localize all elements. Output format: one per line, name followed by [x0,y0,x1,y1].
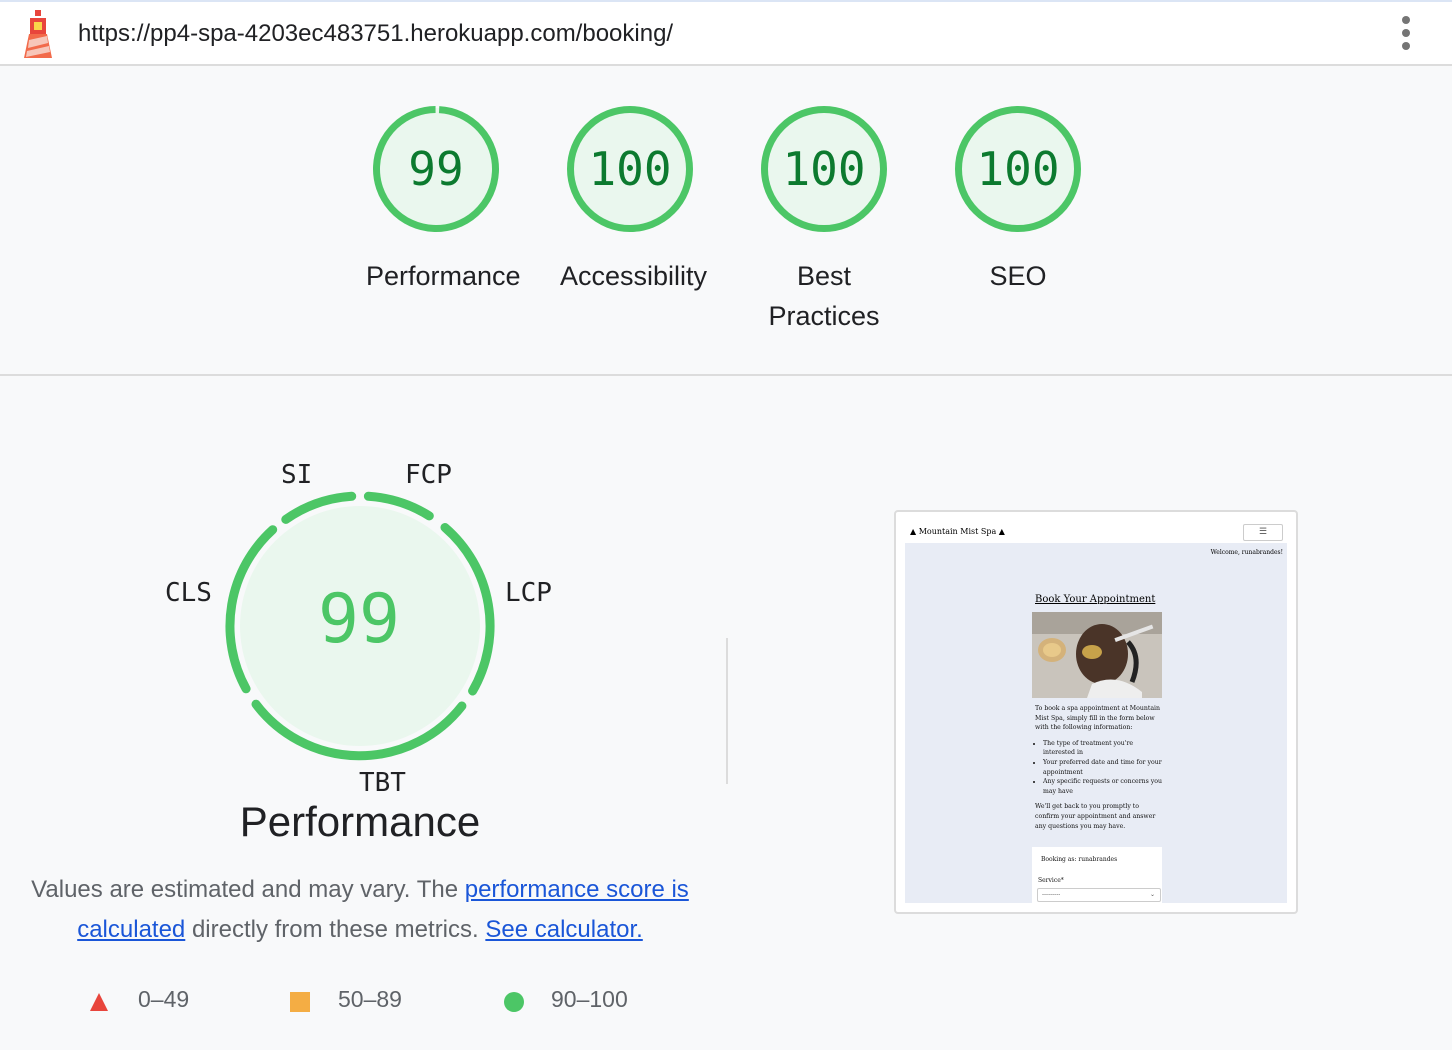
screenshot-bullet: The type of treatment you're interested … [1043,739,1163,758]
gauge-performance[interactable]: 99 Performance [336,104,536,296]
metric-label-lcp[interactable]: LCP [505,578,552,608]
gauge-best-practices-score: 100 [782,142,866,196]
more-vert-icon[interactable] [1394,16,1418,52]
category-scores: 99 Performance 100 Accessibility 100 Bes… [0,66,1452,374]
spa-treatment-image [1032,612,1162,698]
screenshot-body-text: To book a spa appointment at Mountain Mi… [1035,704,1163,831]
screenshot-booking-form: Booking as: runabrandes Service* -------… [1032,847,1162,903]
average-square-icon [290,992,310,1012]
vertical-separator [726,638,728,784]
metric-label-cls[interactable]: CLS [165,578,212,608]
screenshot-intro: To book a spa appointment at Mountain Mi… [1035,705,1160,732]
see-calculator-link[interactable]: See calculator. [485,916,642,943]
screenshot-page: ▲ Mountain Mist Spa ▲ ☰ Welcome, runabra… [905,521,1287,903]
screenshot-bullet: Any specific requests or concerns you ma… [1043,777,1163,796]
pass-circle-icon [504,992,524,1012]
screenshot-service-value: --------- [1042,891,1061,898]
screenshot-heading: Book Your Appointment [1035,594,1156,605]
gauge-performance-label: Performance [366,261,521,291]
screenshot-outro: We'll get back to you promptly to confir… [1035,803,1156,830]
legend-average-range: 50–89 [338,986,402,1012]
report-header: https://pp4-spa-4203ec483751.herokuapp.c… [0,2,1452,66]
screenshot-brand-text: Mountain Mist Spa [918,527,997,536]
screenshot-brand: ▲ Mountain Mist Spa ▲ [910,527,1005,536]
gauge-seo-label: SEO [989,261,1047,291]
performance-section: SI FCP LCP TBT CLS 99 Performance Values… [0,376,1452,1050]
description-text-2: directly from these metrics. [185,916,486,943]
gauge-performance-score: 99 [408,142,464,196]
gauge-best-practices[interactable]: 100 Best Practices [724,104,924,336]
screenshot-welcome: Welcome, runabrandes! [1210,549,1283,556]
metric-label-tbt[interactable]: TBT [359,768,406,798]
page-url: https://pp4-spa-4203ec483751.herokuapp.c… [78,20,674,47]
screenshot-bullets: The type of treatment you're interested … [1035,739,1163,797]
fail-triangle-icon [90,993,108,1011]
legend-fail-range: 0–49 [138,986,190,1012]
gauge-seo[interactable]: 100 SEO [918,104,1118,296]
lighthouse-icon [24,10,52,58]
gauge-accessibility-score: 100 [588,142,672,196]
performance-description: Values are estimated and may vary. The p… [30,870,690,950]
screenshot-service-select: --------- ⌄ [1037,888,1161,902]
screenshot-service-label: Service* [1038,877,1064,884]
final-screenshot-thumbnail[interactable]: ▲ Mountain Mist Spa ▲ ☰ Welcome, runabra… [894,510,1298,914]
screenshot-booking-as: Booking as: runabrandes [1041,856,1118,863]
screenshot-navbar: ▲ Mountain Mist Spa ▲ ☰ [905,521,1287,543]
chevron-down-icon: ⌄ [1149,891,1155,898]
legend-pass-range: 90–100 [551,986,628,1012]
gauge-best-practices-label: Best Practices [768,261,880,331]
description-text-1: Values are estimated and may vary. The [31,876,465,903]
screenshot-bullet: Your preferred date and time for your ap… [1043,758,1163,777]
performance-title: Performance [239,798,481,845]
metric-label-si[interactable]: SI [281,460,312,490]
metric-label-fcp[interactable]: FCP [405,460,452,490]
screenshot-menu-icon: ☰ [1243,524,1283,541]
gauge-accessibility[interactable]: 100 Accessibility [530,104,730,296]
performance-score: 99 [318,580,400,659]
gauge-accessibility-label: Accessibility [560,261,708,291]
gauge-seo-score: 100 [976,142,1060,196]
